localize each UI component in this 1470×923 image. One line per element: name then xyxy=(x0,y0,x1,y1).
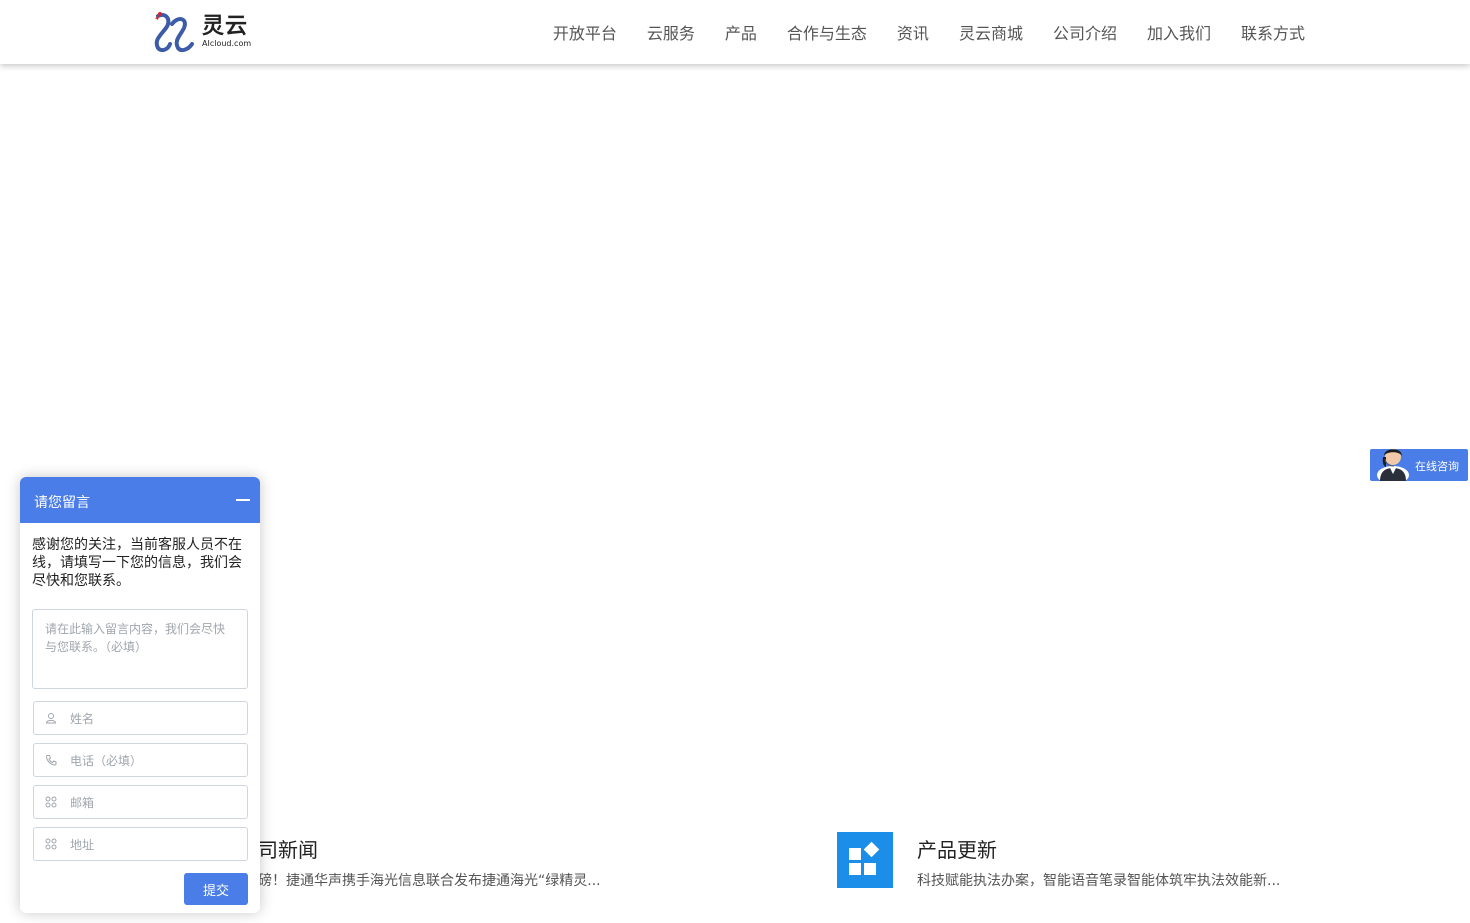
nav-item-join-us[interactable]: 加入我们 xyxy=(1147,20,1211,44)
site-header: 灵云 AIcloud.com 开放平台 云服务 产品 合作与生态 资讯 灵云商城… xyxy=(0,0,1470,64)
online-consult-button[interactable]: 在线咨询 xyxy=(1370,449,1468,481)
logo-en: AIcloud.com xyxy=(202,39,252,48)
message-panel-title: 请您留言 xyxy=(34,495,90,511)
user-icon xyxy=(44,711,58,725)
nav-item-mall[interactable]: 灵云商城 xyxy=(959,20,1023,44)
product-update-title[interactable]: 产品更新 xyxy=(917,834,997,863)
company-news-title[interactable]: 司新闻 xyxy=(258,834,318,863)
blocks-icon xyxy=(849,841,880,875)
address-field[interactable]: 地址 xyxy=(33,827,248,861)
nav-item-cloud-service[interactable]: 云服务 xyxy=(647,20,695,44)
company-news-desc[interactable]: 磅！捷通华声携手海光信息联合发布捷通海光“绿精灵... xyxy=(258,870,601,890)
address-field-placeholder: 地址 xyxy=(70,837,95,852)
submit-button[interactable]: 提交 xyxy=(184,873,248,905)
leave-message-panel: 请您留言 感谢您的关注，当前客服人员不在线，请填写一下您的信息，我们会尽快和您联… xyxy=(20,477,260,913)
nav-item-open-platform[interactable]: 开放平台 xyxy=(553,20,617,44)
phone-icon xyxy=(44,753,58,767)
name-field-placeholder: 姓名 xyxy=(70,711,95,726)
logo-mark-icon xyxy=(154,12,194,53)
nav-item-products[interactable]: 产品 xyxy=(725,20,757,44)
message-panel-header: 请您留言 xyxy=(20,477,260,523)
main-nav: 开放平台 云服务 产品 合作与生态 资讯 灵云商城 公司介绍 加入我们 联系方式 xyxy=(523,0,1305,64)
agent-avatar-icon xyxy=(1377,449,1409,481)
product-update-icon xyxy=(837,832,893,888)
online-consult-label: 在线咨询 xyxy=(1415,460,1459,473)
minimize-icon[interactable] xyxy=(236,499,250,501)
phone-field[interactable]: 电话（必填） xyxy=(33,743,248,777)
logo-cn: 灵云 xyxy=(202,14,249,39)
grid-icon xyxy=(44,795,58,809)
email-field[interactable]: 邮箱 xyxy=(33,785,248,819)
product-update-desc[interactable]: 科技赋能执法办案，智能语音笔录智能体筑牢执法效能新... xyxy=(917,870,1280,890)
phone-field-placeholder: 电话（必填） xyxy=(70,753,143,768)
site-logo[interactable]: 灵云 AIcloud.com xyxy=(152,9,256,55)
message-intro-text: 感谢您的关注，当前客服人员不在线，请填写一下您的信息，我们会尽快和您联系。 xyxy=(32,537,242,589)
nav-item-contact[interactable]: 联系方式 xyxy=(1241,20,1305,44)
nav-item-about[interactable]: 公司介绍 xyxy=(1053,20,1117,44)
grid-icon xyxy=(44,837,58,851)
message-textarea[interactable]: 请在此输入留言内容，我们会尽快与您联系。（必填） xyxy=(32,609,248,689)
nav-item-news[interactable]: 资讯 xyxy=(897,20,929,44)
name-field[interactable]: 姓名 xyxy=(33,701,248,735)
email-field-placeholder: 邮箱 xyxy=(70,795,95,810)
nav-item-ecosystem[interactable]: 合作与生态 xyxy=(787,20,867,44)
